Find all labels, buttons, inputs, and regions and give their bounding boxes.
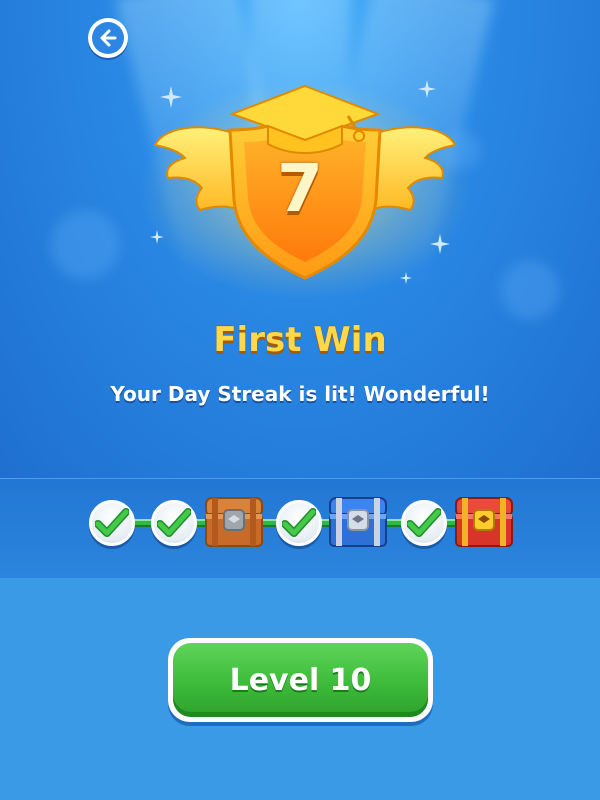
checkmark-icon: [157, 508, 191, 537]
streak-step-check: [401, 500, 447, 546]
red-chest-icon: [455, 497, 513, 547]
bokeh-light: [500, 260, 560, 320]
streak-step-check: [89, 500, 135, 546]
bokeh-light: [50, 210, 120, 280]
back-button[interactable]: [88, 18, 128, 58]
arrow-left-icon: [92, 22, 124, 54]
checkmark-icon: [95, 508, 129, 537]
play-level-button[interactable]: Level 10: [168, 638, 433, 722]
achievement-title: First Win: [213, 320, 387, 360]
checkmark-icon: [282, 508, 316, 537]
streak-step-check: [151, 500, 197, 546]
streak-badge-number: 7: [277, 150, 323, 227]
play-level-button-face: Level 10: [173, 643, 428, 717]
bronze-chest-icon: [205, 497, 263, 547]
play-level-label: Level 10: [229, 662, 372, 698]
checkmark-icon: [407, 508, 441, 537]
achievement-subtitle: Your Day Streak is lit! Wonderful!: [110, 382, 490, 406]
blue-chest-icon: [329, 497, 387, 547]
streak-step-check: [276, 500, 322, 546]
